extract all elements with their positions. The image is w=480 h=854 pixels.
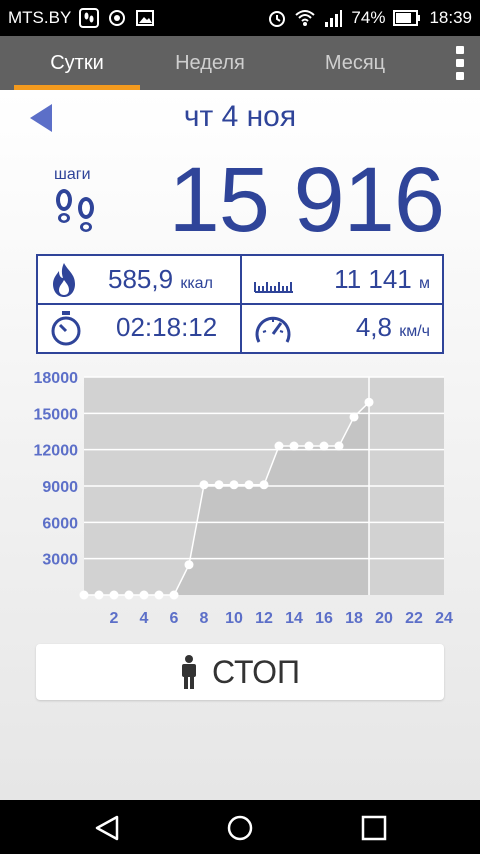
steps-count: 15 916 bbox=[168, 149, 445, 251]
flame-icon bbox=[53, 263, 75, 297]
distance-unit: м bbox=[419, 275, 430, 292]
chart-x-tick-label: 8 bbox=[200, 610, 209, 627]
person-icon bbox=[181, 655, 196, 689]
tab-day[interactable]: Сутки bbox=[14, 36, 140, 90]
distance-stat: 11 141 м bbox=[334, 264, 430, 295]
chart-point bbox=[214, 480, 224, 490]
steps-chart: 3000600090001200015000180002 4 6 8 10 12 14 16 1… bbox=[34, 370, 454, 627]
chart-point bbox=[229, 480, 239, 490]
back-icon[interactable] bbox=[93, 814, 121, 842]
chart-point bbox=[289, 441, 299, 451]
chart-y-tick-label: 3000 bbox=[42, 552, 78, 569]
ruler-icon bbox=[254, 282, 293, 293]
chart-point bbox=[304, 441, 314, 451]
chart-y-tick-label: 15000 bbox=[34, 406, 79, 423]
chart-y-tick-label: 18000 bbox=[34, 370, 79, 387]
footprint-notification-icon bbox=[79, 8, 100, 28]
chart-point bbox=[79, 590, 89, 600]
chart-point bbox=[274, 441, 284, 451]
home-icon[interactable] bbox=[226, 814, 254, 842]
chart-x-tick-label: 20 bbox=[375, 610, 393, 627]
status-bar: MTS.BY 74% 18:39 bbox=[0, 0, 480, 36]
signal-icon bbox=[325, 10, 343, 27]
steps-label: шаги bbox=[54, 166, 91, 183]
chart-x-tick-label: 18 bbox=[345, 610, 363, 627]
chart-x-tick-label: 6 bbox=[170, 610, 179, 627]
clock: 18:39 bbox=[429, 8, 472, 27]
chart-x-tick-label: 4 bbox=[140, 610, 149, 627]
chart-point bbox=[124, 590, 134, 600]
chart-x-tick-label: 22 bbox=[405, 610, 423, 627]
stopwatch-icon bbox=[51, 311, 81, 346]
footprints-icon bbox=[56, 189, 94, 232]
chart-y-tick-label: 9000 bbox=[42, 479, 78, 496]
battery-icon bbox=[393, 10, 421, 26]
calories-unit: ккал bbox=[180, 275, 213, 292]
chart-point bbox=[109, 590, 119, 600]
tab-day-label: Сутки bbox=[50, 51, 104, 74]
calories-stat: 585,9 ккал bbox=[108, 264, 213, 295]
chart-point bbox=[184, 560, 194, 570]
calories-value: 585,9 bbox=[108, 264, 174, 294]
chart-point bbox=[259, 480, 269, 490]
chart-point bbox=[334, 441, 344, 451]
distance-value: 11 141 bbox=[334, 264, 412, 294]
speed-value: 4,8 bbox=[355, 312, 392, 342]
battery-percent: 74% bbox=[351, 8, 386, 27]
image-icon bbox=[136, 10, 155, 26]
duration-value: 02:18:12 bbox=[116, 312, 218, 342]
stop-button[interactable]: СТОП bbox=[36, 644, 444, 700]
chart-x-tick-label: 2 bbox=[110, 610, 119, 627]
speed-unit: км/ч bbox=[399, 323, 430, 340]
period-tab-bar: Сутки Неделя Месяц bbox=[0, 36, 480, 90]
chart-point bbox=[154, 590, 164, 600]
chart-point bbox=[244, 480, 254, 490]
tab-week[interactable]: Неделя bbox=[140, 36, 280, 90]
speed-stat: 4,8 км/ч bbox=[356, 312, 430, 343]
stop-button-label: СТОП bbox=[211, 653, 301, 690]
duration-stat: 02:18:12 bbox=[116, 312, 217, 343]
chart-x-tick-label: 10 bbox=[225, 610, 243, 627]
chart-point bbox=[319, 441, 329, 451]
chart-point bbox=[139, 590, 149, 600]
chart-x-tick-label: 24 bbox=[435, 610, 453, 627]
chart-point bbox=[169, 590, 179, 600]
speedometer-icon bbox=[255, 316, 291, 343]
date-title: чт 4 ноя bbox=[183, 100, 297, 133]
wifi-icon bbox=[295, 10, 316, 26]
chart-y-tick-label: 6000 bbox=[42, 515, 78, 532]
navigation-bar bbox=[0, 800, 480, 854]
chart-point bbox=[349, 412, 359, 422]
chart-point bbox=[199, 480, 209, 490]
tab-month-label: Месяц bbox=[324, 51, 386, 74]
stats-divider-horizontal bbox=[38, 303, 442, 305]
stats-grid: 585,9 ккал 11 141 м 02:18:12 4,8 км/ч bbox=[36, 254, 444, 354]
chart-point bbox=[94, 590, 104, 600]
chart-point bbox=[364, 397, 374, 407]
chart-y-tick-label: 12000 bbox=[34, 443, 79, 460]
overflow-menu-icon[interactable] bbox=[454, 46, 466, 80]
tab-month[interactable]: Месяц bbox=[280, 36, 430, 90]
recents-icon[interactable] bbox=[360, 814, 388, 842]
chart-x-tick-label: 14 bbox=[285, 610, 303, 627]
alarm-icon bbox=[269, 11, 286, 27]
tab-week-label: Неделя bbox=[175, 51, 245, 74]
carrier-label: MTS.BY bbox=[8, 8, 72, 27]
chart-x-tick-label: 16 bbox=[315, 610, 333, 627]
chart-x-tick-label: 12 bbox=[255, 610, 273, 627]
record-icon bbox=[109, 10, 126, 26]
